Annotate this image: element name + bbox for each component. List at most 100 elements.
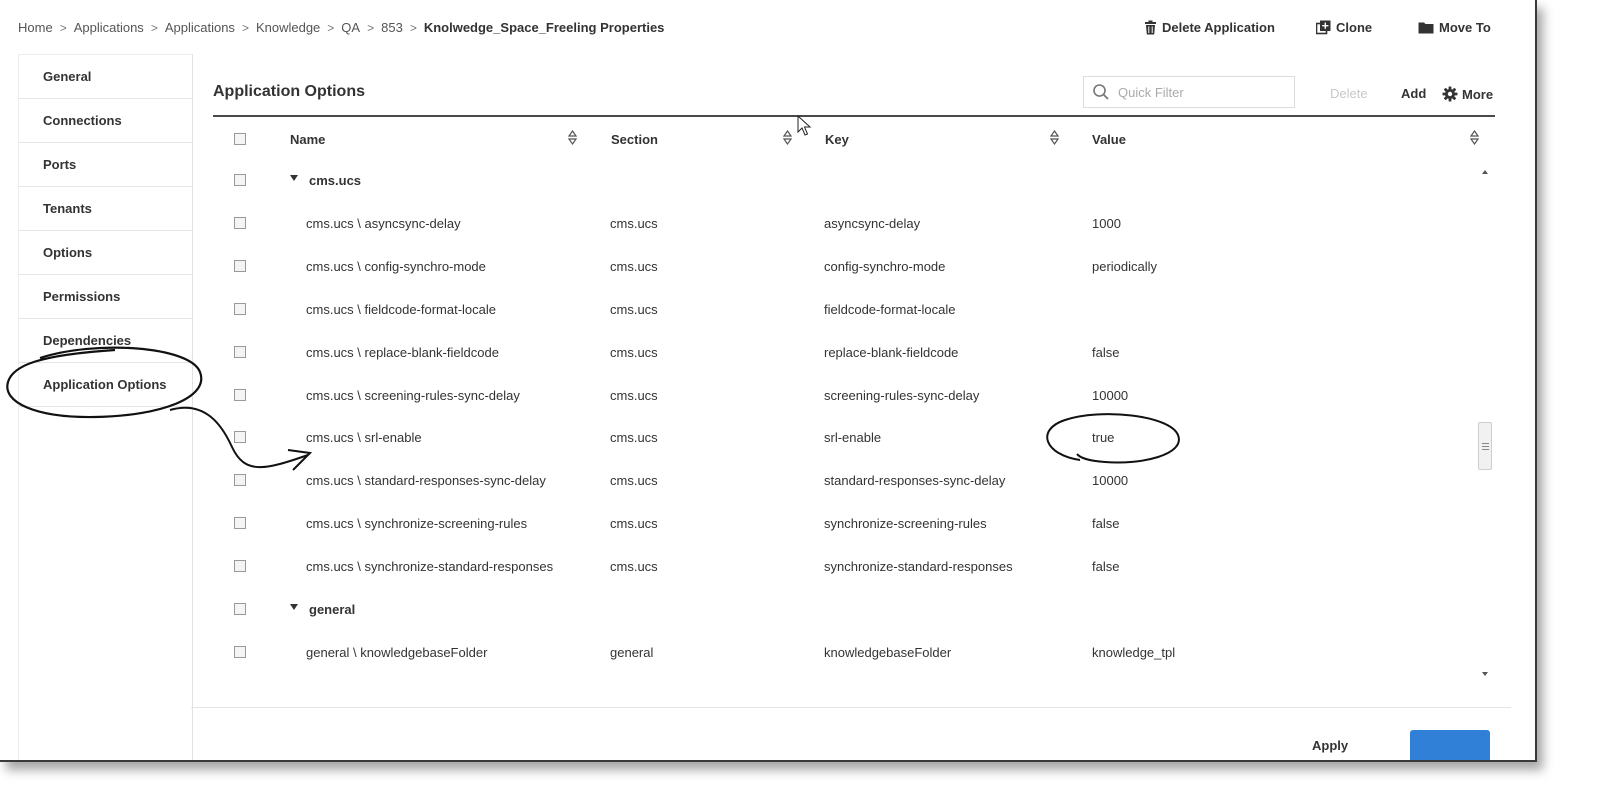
cell-value: 10000 [1092,388,1129,403]
caret-down-icon[interactable] [289,603,299,611]
sidebar-item-options[interactable]: Options [19,231,192,275]
table-row[interactable]: cms.ucs \ screening-rules-sync-delay cms.… [213,374,1478,417]
sort-name-icon[interactable] [568,130,577,145]
table-row[interactable]: general \ knowledgebaseFolder general know… [213,631,1478,674]
breadcrumb-item[interactable]: QA [341,20,360,35]
sidebar-item-tenants[interactable]: Tenants [19,187,192,231]
cell-name: general \ knowledgebaseFolder [306,645,488,660]
sidebar-item-label: Ports [43,157,77,172]
cell-section: general [610,645,654,660]
cell-key: config-synchro-mode [824,259,946,274]
cell-section: cms.ucs [610,559,658,574]
sidebar-item-permissions[interactable]: Permissions [19,275,192,319]
delete-option-button[interactable]: Delete [1330,86,1368,101]
table-row[interactable]: cms.ucs \ asyncsync-delay cms.ucs asyncsyn… [213,202,1478,245]
breadcrumb-separator: > [241,20,249,35]
sidebar-item-general[interactable]: General [19,55,192,99]
sidebar-item-application-options[interactable]: Application Options [19,363,192,407]
cell-section: cms.ucs [610,516,658,531]
cell-name: cms.ucs \ srl-enable [306,430,422,445]
row-checkbox[interactable] [234,560,246,572]
table-row[interactable]: cms.ucs \ srl-enable cms.ucs srl-enable tru… [213,416,1478,459]
add-option-label: Add [1401,86,1427,101]
row-checkbox[interactable] [234,174,246,186]
sort-value-icon[interactable] [1470,130,1479,145]
caret-down-icon[interactable] [289,174,299,182]
column-header-name[interactable]: Name [290,132,325,147]
breadcrumb-separator: > [59,20,67,35]
group-name: cms.ucs [309,173,362,188]
cell-value: 10000 [1092,473,1129,488]
table-group-row[interactable]: general [213,588,1478,631]
row-checkbox[interactable] [234,646,246,658]
quick-filter-input[interactable] [1118,84,1288,100]
more-label: More [1462,86,1494,102]
table-row[interactable]: cms.ucs \ replace-blank-fieldcode cms.ucs… [213,331,1478,374]
breadcrumb-item[interactable]: Applications [74,20,144,35]
sort-section-icon[interactable] [783,130,792,145]
sidebar-item-label: Connections [43,113,122,128]
move-to-button[interactable]: Move To [1418,20,1491,35]
row-checkbox[interactable] [234,474,246,486]
search-icon [1093,84,1109,100]
cell-value: false [1092,516,1120,531]
sidebar-item-label: Permissions [43,289,121,304]
cell-section: cms.ucs [610,388,658,403]
table-row[interactable]: cms.ucs \ standard-responses-sync-delay c… [213,459,1478,502]
footer-divider [191,707,1511,708]
sidebar-item-connections[interactable]: Connections [19,99,192,143]
cell-key: asyncsync-delay [824,216,921,231]
table-row[interactable]: cms.ucs \ fieldcode-format-locale cms.ucs… [213,288,1478,331]
column-header-section[interactable]: Section [611,132,658,147]
trash-icon [1145,20,1156,35]
row-checkbox[interactable] [234,346,246,358]
breadcrumb-item[interactable]: Home [18,20,53,35]
sidebar-item-label: Dependencies [43,333,132,348]
save-button[interactable] [1410,730,1490,760]
cell-name: cms.ucs \ asyncsync-delay [306,216,461,231]
row-checkbox[interactable] [234,431,246,443]
select-all-checkbox[interactable] [234,133,246,145]
cell-key: knowledgebaseFolder [824,645,952,660]
column-header-key[interactable]: Key [825,132,849,147]
cell-name: cms.ucs \ fieldcode-format-locale [306,302,497,317]
sort-key-icon[interactable] [1050,130,1059,145]
row-checkbox[interactable] [234,260,246,272]
row-checkbox[interactable] [234,603,246,615]
sidebar-item-ports[interactable]: Ports [19,143,192,187]
cell-section: cms.ucs [610,302,658,317]
add-option-button[interactable]: Add [1401,86,1426,101]
clone-label: Clone [1336,20,1373,35]
table-group-row[interactable]: cms.ucs [213,159,1478,202]
table-header: Name Section Key Value [213,117,1495,161]
row-checkbox[interactable] [234,217,246,229]
apply-button[interactable]: Apply [1312,738,1348,753]
sidebar-item-label: Application Options [43,377,167,392]
scrollbar-thumb[interactable] [1478,422,1492,470]
cell-key: replace-blank-fieldcode [824,345,959,360]
table-row[interactable]: cms.ucs \ synchronize-standard-responses… [213,545,1478,588]
more-button[interactable]: More [1442,86,1493,102]
application-window: Home > Applications > Applications > Knowledge… [0,0,1537,762]
cell-section: cms.ucs [610,216,658,231]
quick-filter-box [1083,76,1295,108]
breadcrumb-item[interactable]: Applications [165,20,235,35]
clone-button[interactable]: Clone [1316,20,1372,35]
column-header-value[interactable]: Value [1092,132,1126,147]
scroll-down-arrow-icon[interactable] [1481,671,1489,677]
cell-value: periodically [1092,259,1158,274]
scroll-up-arrow-icon[interactable] [1481,169,1489,175]
clone-icon [1316,20,1331,35]
breadcrumb-item[interactable]: 853 [381,20,403,35]
breadcrumb-item[interactable]: Knowledge [256,20,320,35]
breadcrumb-separator: > [367,20,375,35]
breadcrumb: Home > Applications > Applications > Knowledge… [18,20,664,35]
row-checkbox[interactable] [234,517,246,529]
cell-value: true [1092,430,1115,445]
table-row[interactable]: cms.ucs \ config-synchro-mode cms.ucs conf… [213,245,1478,288]
sidebar-item-dependencies[interactable]: Dependencies [19,319,192,363]
row-checkbox[interactable] [234,389,246,401]
table-row[interactable]: cms.ucs \ synchronize-screening-rules cms… [213,502,1478,545]
row-checkbox[interactable] [234,303,246,315]
delete-application-button[interactable]: Delete Application [1144,20,1275,35]
